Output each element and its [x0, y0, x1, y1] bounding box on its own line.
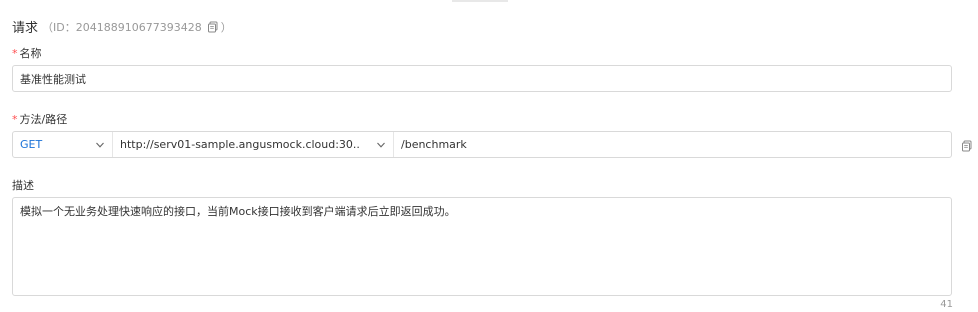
endpoint-label: * 方法/路径 — [12, 111, 67, 127]
required-mark: * — [12, 113, 18, 126]
chevron-down-icon — [376, 140, 386, 150]
description-field[interactable]: 模拟一个无业务处理快速响应的接口，当前Mock接口接收到客户端请求后立即返回成功… — [12, 197, 952, 296]
request-id: （ID：204188910677393428 ） — [42, 19, 232, 35]
path-input[interactable] — [394, 132, 951, 157]
request-id-close: ） — [220, 20, 232, 34]
method-value: GET — [20, 138, 43, 151]
chevron-down-icon — [95, 140, 105, 150]
server-select[interactable]: http://serv01-sample.angusmock.cloud:30.… — [113, 132, 394, 157]
name-input[interactable] — [13, 66, 951, 91]
section-header: 请求 （ID：204188910677393428 ） — [12, 17, 232, 37]
top-divider — [452, 0, 508, 2]
description-label: 描述 — [12, 179, 34, 192]
endpoint-label-text: 方法/路径 — [19, 113, 68, 126]
description-textarea[interactable]: 模拟一个无业务处理快速响应的接口，当前Mock接口接收到客户端请求后立即返回成功… — [13, 198, 951, 295]
required-mark: * — [12, 47, 18, 60]
server-value: http://serv01-sample.angusmock.cloud:30.… — [120, 138, 360, 151]
copy-icon[interactable] — [961, 140, 973, 152]
char-counter: 41 — [940, 299, 953, 310]
name-field[interactable] — [12, 65, 952, 92]
name-label: * 名称 — [12, 45, 42, 61]
endpoint-field: GET http://serv01-sample.angusmock.cloud… — [12, 131, 952, 158]
request-id-text: （ID：204188910677393428 — [42, 20, 202, 34]
copy-icon[interactable] — [207, 21, 219, 33]
section-title: 请求 — [12, 21, 39, 36]
method-select[interactable]: GET — [13, 132, 113, 157]
name-label-text: 名称 — [19, 47, 42, 60]
